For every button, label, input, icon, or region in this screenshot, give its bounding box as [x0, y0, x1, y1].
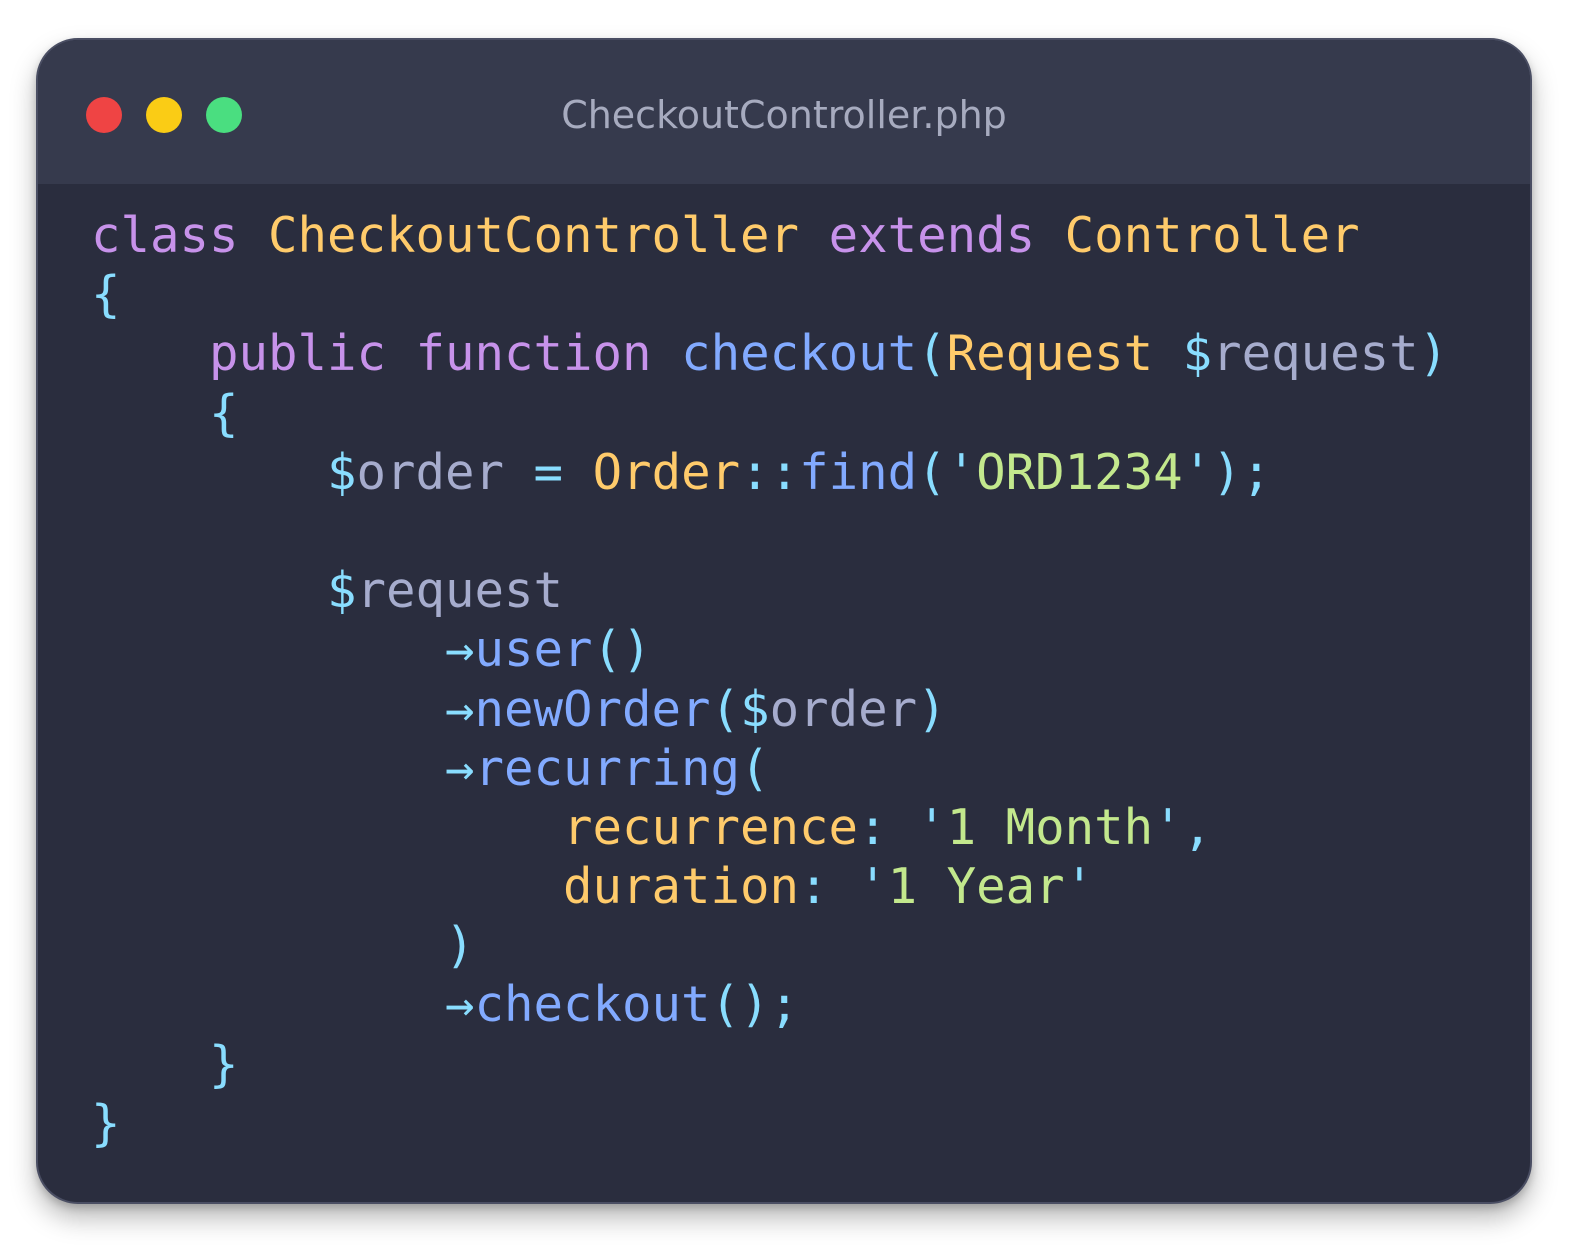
- scope-operator: ::: [740, 443, 800, 501]
- quote: ': [946, 443, 977, 501]
- quote: ': [828, 858, 888, 916]
- code-line-4: {: [91, 384, 1448, 443]
- quote: ': [1182, 443, 1213, 501]
- code-line-9: →newOrder($order): [91, 680, 1448, 739]
- code-line-8: →user(): [91, 620, 1448, 679]
- code-block[interactable]: class CheckoutController extends Control…: [91, 206, 1448, 1153]
- param-type: Request: [946, 325, 1154, 383]
- open-paren: (: [917, 443, 947, 501]
- code-line-14: →checkout();: [91, 975, 1448, 1034]
- variable-name: request: [356, 562, 564, 620]
- colon: :: [858, 798, 888, 856]
- method-name: checkout: [681, 325, 918, 383]
- arrow-operator: →: [445, 621, 475, 679]
- arrow-operator: →: [445, 976, 475, 1034]
- method-call: newOrder: [474, 680, 711, 738]
- comma: ,: [1182, 798, 1213, 856]
- code-line-15: }: [91, 1035, 1448, 1094]
- arrow-operator: →: [445, 680, 475, 738]
- variable-name: order: [769, 680, 918, 738]
- code-line-12: duration: '1 Year': [91, 857, 1448, 916]
- assign-operator: =: [504, 443, 593, 501]
- quote: ': [887, 798, 947, 856]
- static-method: find: [799, 443, 918, 501]
- method-call: user: [474, 621, 593, 679]
- colon: :: [799, 858, 829, 916]
- dollar-sigil: $: [327, 562, 357, 620]
- keyword-extends: extends: [828, 207, 1036, 264]
- code-line-2: {: [91, 265, 1448, 324]
- parent-class-name: Controller: [1064, 207, 1360, 264]
- keyword-function: function: [415, 325, 652, 383]
- close-brace: }: [91, 1094, 121, 1152]
- dollar-sigil: $: [740, 680, 770, 738]
- named-argument: recurrence: [563, 798, 859, 856]
- keyword-class: class: [91, 207, 239, 264]
- code-line-7: $request: [91, 561, 1448, 620]
- open-brace: {: [91, 266, 121, 324]
- quote: ': [1153, 798, 1183, 856]
- method-call: checkout: [474, 976, 711, 1034]
- open-brace: {: [209, 384, 239, 442]
- string-literal: 1 Year: [887, 858, 1065, 916]
- string-literal: 1 Month: [946, 798, 1154, 856]
- code-line-11: recurrence: '1 Month',: [91, 798, 1448, 857]
- keyword-public: public: [209, 325, 387, 383]
- dollar-sigil: $: [327, 443, 357, 501]
- parens-semicolon: ();: [710, 976, 800, 1034]
- param-name: request: [1212, 325, 1419, 383]
- arrow-operator: →: [445, 739, 475, 797]
- code-line-10: →recurring(: [91, 739, 1448, 798]
- code-line-1: class CheckoutController extends Control…: [91, 206, 1448, 265]
- variable-name: order: [356, 443, 505, 501]
- editor-window: CheckoutController.php class CheckoutCon…: [36, 38, 1532, 1204]
- close-brace: }: [209, 1035, 239, 1093]
- close-paren: ): [1418, 325, 1449, 383]
- class-ref: Order: [592, 443, 741, 501]
- string-literal: ORD1234: [976, 443, 1183, 501]
- open-paren: (: [917, 325, 947, 383]
- class-name: CheckoutController: [268, 207, 800, 264]
- open-paren: (: [710, 680, 741, 738]
- code-line-16: }: [91, 1094, 1448, 1153]
- named-argument: duration: [563, 858, 800, 916]
- window-title: CheckoutController.php: [561, 93, 1007, 137]
- method-call: recurring: [474, 739, 741, 797]
- code-line-5: $order = Order::find('ORD1234');: [91, 443, 1448, 502]
- quote: ': [1064, 858, 1095, 916]
- close-paren-semicolon: );: [1212, 443, 1272, 501]
- code-line-13: ): [91, 916, 1448, 975]
- dollar-sigil: $: [1182, 325, 1213, 383]
- code-line-3: public function checkout(Request $reques…: [91, 324, 1448, 383]
- close-paren: ): [445, 917, 475, 975]
- open-paren: (: [740, 739, 770, 797]
- close-paren: ): [917, 680, 947, 738]
- parens: (): [592, 621, 652, 679]
- title-bar: CheckoutController.php: [38, 40, 1530, 184]
